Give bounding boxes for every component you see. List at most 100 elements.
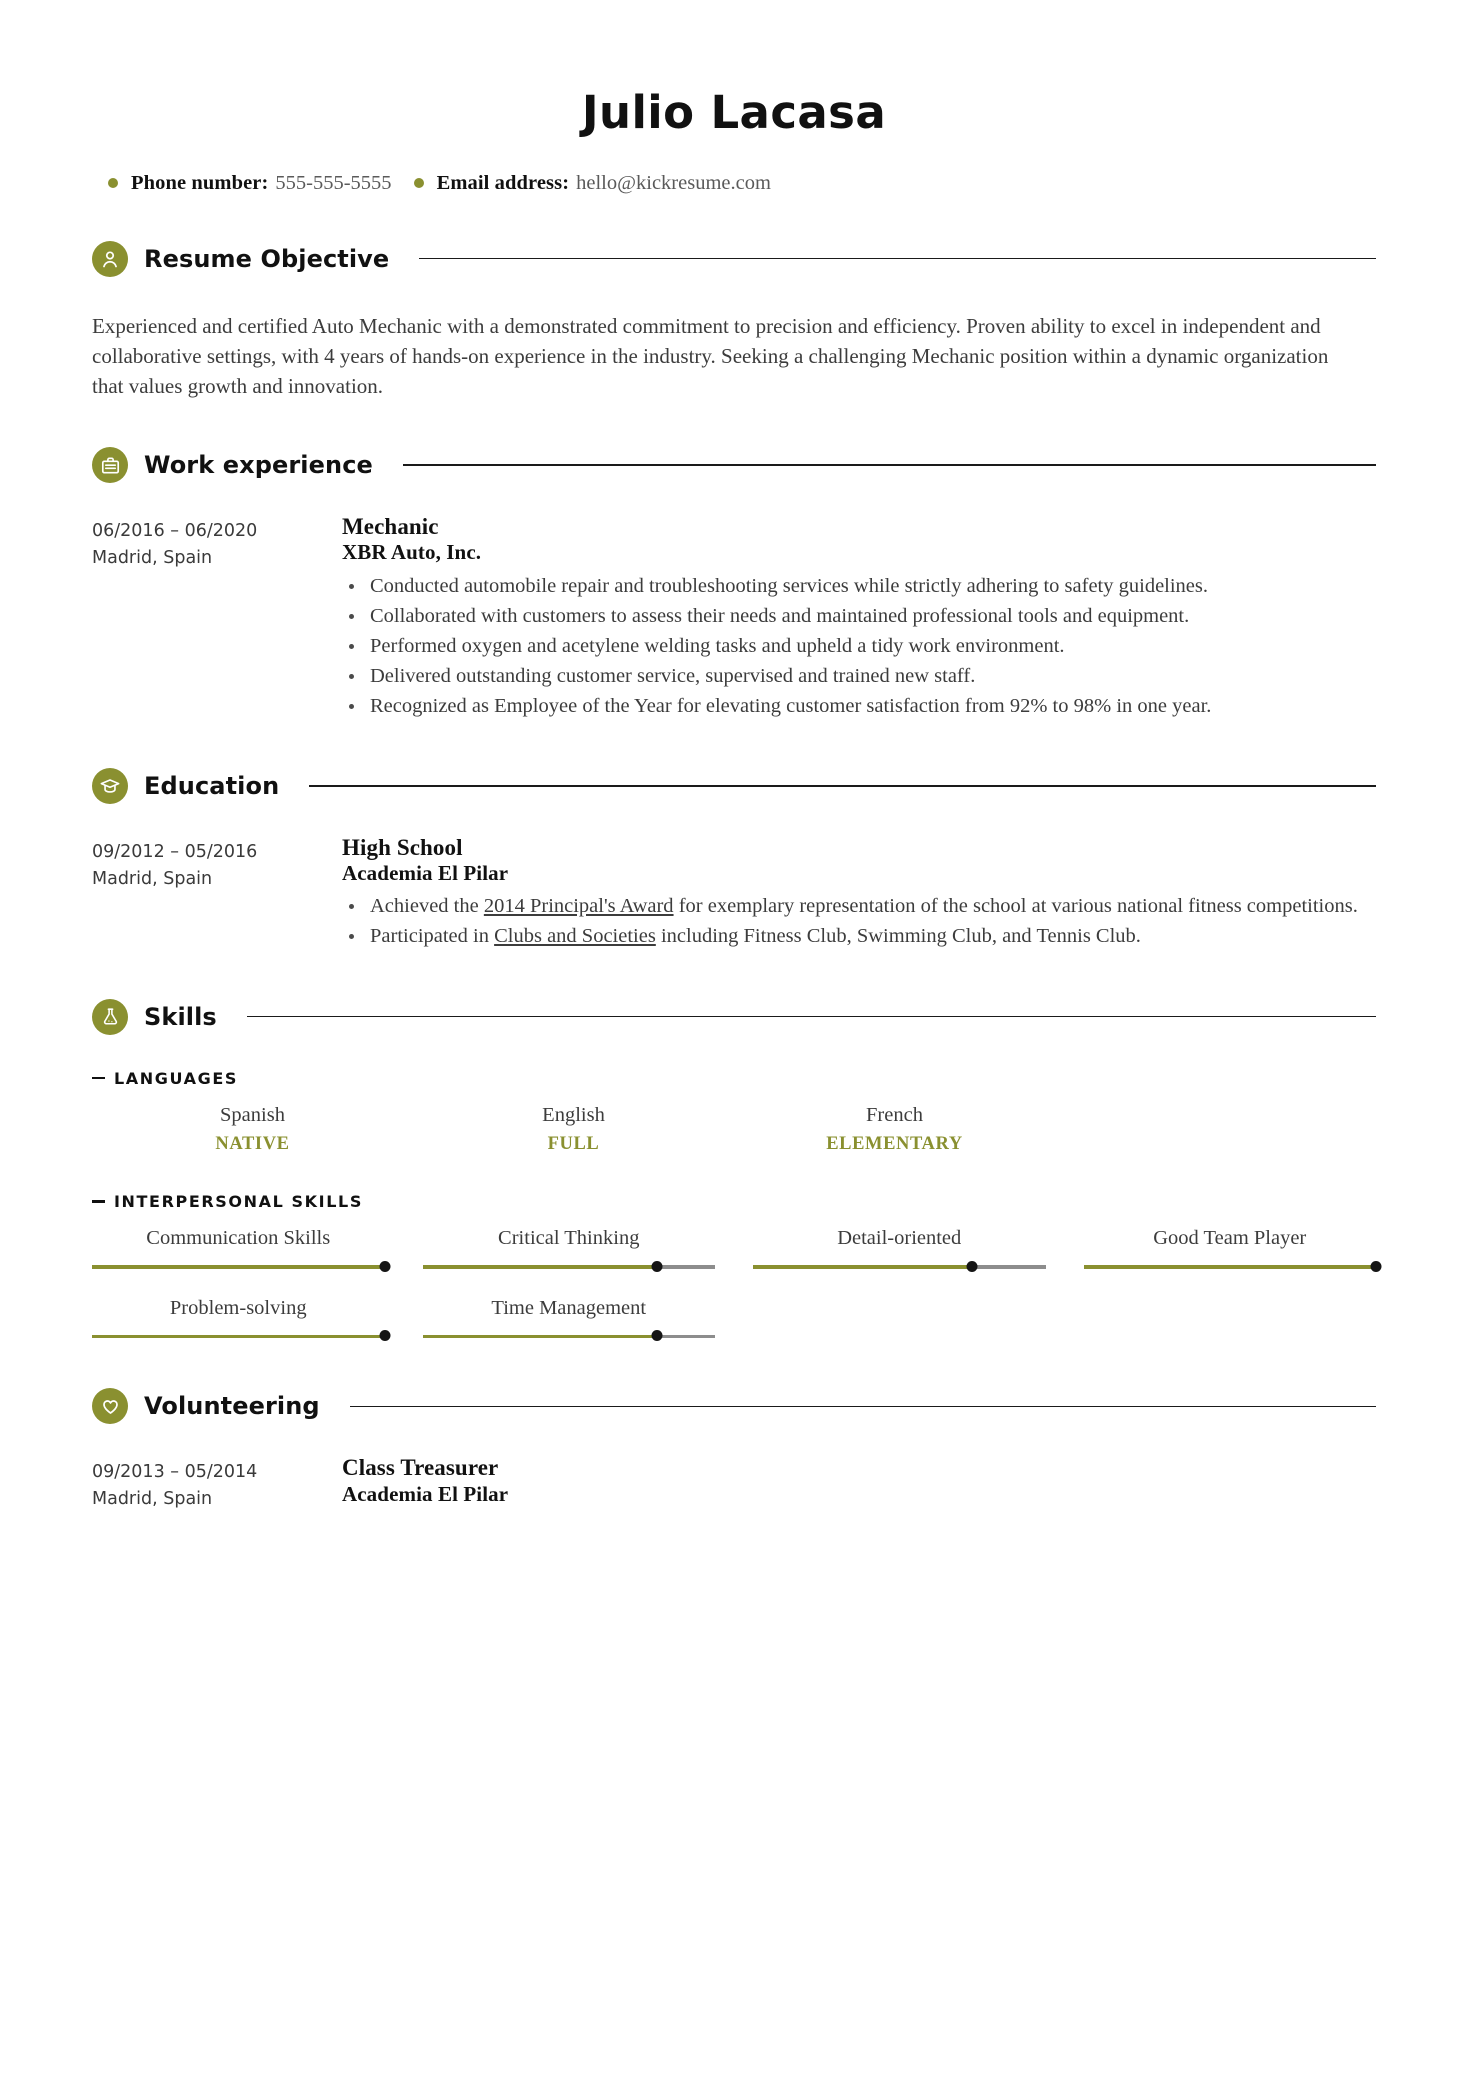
bullet-item: Participated in Clubs and Societies incl… xyxy=(342,922,1376,951)
language-level: FULL xyxy=(547,1134,600,1155)
bullet-item: Collaborated with customers to assess th… xyxy=(342,602,1376,631)
volunteering-entry: 09/2013 – 05/2014 Madrid, Spain Class Tr… xyxy=(92,1454,1376,1512)
dash-icon xyxy=(92,1200,105,1203)
language-name: French xyxy=(866,1103,923,1126)
skill-item: Communication Skills xyxy=(92,1225,390,1273)
contact-email: Email address: hello@kickresume.com xyxy=(413,171,771,195)
skills-subheading-languages: LANGUAGES xyxy=(92,1069,1376,1088)
volunteering-entry-location: Madrid, Spain xyxy=(92,1489,213,1509)
skill-bar-knob[interactable] xyxy=(966,1260,978,1272)
skill-item: Problem-solving xyxy=(92,1295,390,1343)
skill-bar-knob[interactable] xyxy=(651,1330,662,1342)
bullet-item: Conducted automobile repair and troubles… xyxy=(342,572,1376,601)
section-title: Resume Objective xyxy=(144,244,390,273)
skill-bar-fill xyxy=(92,1334,385,1339)
flask-icon xyxy=(92,998,128,1035)
skill-rating-bar[interactable] xyxy=(92,1330,390,1342)
education-entry-meta: 09/2012 – 05/2016 Madrid, Spain xyxy=(92,834,340,953)
section-work-experience: Work experience 06/2016 – 06/2020 Madrid… xyxy=(92,447,1376,722)
section-title: Volunteering xyxy=(144,1392,320,1421)
contact-row: Phone number: 555-555-5555 Email address… xyxy=(108,172,1376,195)
section-rule xyxy=(309,785,1376,787)
skill-item: Time Management xyxy=(422,1295,715,1343)
language-item: French ELEMENTARY xyxy=(734,1102,1055,1159)
bullet-item: Recognized as Employee of the Year for e… xyxy=(342,692,1376,721)
work-entry: 06/2016 – 06/2020 Madrid, Spain Mechanic… xyxy=(92,513,1376,722)
bullet-dot-icon xyxy=(108,178,118,188)
language-name: English xyxy=(542,1103,605,1126)
skill-name: Problem-solving xyxy=(169,1296,307,1319)
section-header: Work experience xyxy=(92,447,1376,484)
skill-bar-fill xyxy=(422,1265,657,1269)
language-name: Spanish xyxy=(220,1103,285,1126)
section-rule xyxy=(419,257,1376,260)
education-entry-location: Madrid, Spain xyxy=(92,868,213,889)
skill-bar-knob[interactable] xyxy=(379,1260,390,1272)
skill-name: Detail-oriented xyxy=(837,1227,962,1250)
work-entry-title: Mechanic xyxy=(342,514,439,540)
section-title: Work experience xyxy=(144,451,373,480)
briefcase-icon xyxy=(92,447,128,484)
skill-rating-bar[interactable] xyxy=(422,1260,715,1273)
work-entry-organization: XBR Auto, Inc. xyxy=(342,540,482,565)
work-entry-location: Madrid, Spain xyxy=(92,547,213,568)
objective-text: Experienced and certified Auto Mechanic … xyxy=(92,313,1329,398)
skill-name: Communication Skills xyxy=(146,1227,331,1250)
skill-bar-fill xyxy=(92,1265,385,1269)
skill-item: Good Team Player xyxy=(1083,1225,1382,1273)
candidate-name: Julio Lacasa xyxy=(581,86,887,139)
section-title: Skills xyxy=(144,1002,217,1031)
skill-rating-bar[interactable] xyxy=(1083,1260,1382,1273)
section-rule xyxy=(349,1405,1376,1408)
skill-bar-knob[interactable] xyxy=(1370,1260,1382,1272)
phone-value[interactable]: 555-555-5555 xyxy=(275,172,391,195)
volunteering-entry-body: Class Treasurer Academia El Pilar xyxy=(340,1454,1376,1512)
skill-rating-bar[interactable] xyxy=(753,1260,1046,1273)
skill-rating-bar[interactable] xyxy=(92,1260,390,1273)
skill-bar-fill xyxy=(1083,1265,1376,1269)
phone-label: Phone number: xyxy=(131,171,269,194)
education-entry-organization: Academia El Pilar xyxy=(342,861,509,886)
section-header: Resume Objective xyxy=(92,240,1376,277)
graduation-cap-icon xyxy=(92,768,128,805)
volunteering-entry-title: Class Treasurer xyxy=(342,1455,499,1481)
section-resume-objective: Resume Objective Experienced and certifi… xyxy=(92,240,1376,402)
section-volunteering: Volunteering 09/2013 – 05/2014 Madrid, S… xyxy=(92,1388,1376,1512)
volunteering-entry-dates: 09/2013 – 05/2014 xyxy=(92,1462,258,1483)
volunteering-entry-meta: 09/2013 – 05/2014 Madrid, Spain xyxy=(92,1454,340,1512)
skill-bar-fill xyxy=(753,1265,973,1269)
email-label: Email address: xyxy=(436,171,570,194)
work-entry-bullets: Conducted automobile repair and troubles… xyxy=(342,572,1376,722)
section-header: Volunteering xyxy=(92,1388,1376,1425)
skills-subheading-interpersonal: INTERPERSONAL SKILLS xyxy=(92,1192,1376,1211)
section-header: Education xyxy=(92,768,1376,805)
education-entry-dates: 09/2012 – 05/2016 xyxy=(92,842,258,863)
skill-name: Time Management xyxy=(491,1296,647,1319)
section-education: Education 09/2012 – 05/2016 Madrid, Spai… xyxy=(92,768,1376,953)
language-item: Spanish NATIVE xyxy=(92,1102,413,1159)
bullet-item: Performed oxygen and acetylene welding t… xyxy=(342,632,1376,661)
skill-bar-knob[interactable] xyxy=(651,1260,662,1272)
subheading-label: LANGUAGES xyxy=(114,1068,238,1088)
language-level: NATIVE xyxy=(215,1134,290,1155)
skill-rating-bar[interactable] xyxy=(422,1330,715,1342)
subheading-label: INTERPERSONAL SKILLS xyxy=(114,1192,363,1212)
section-rule xyxy=(246,1015,1376,1018)
section-title: Education xyxy=(144,772,280,801)
work-entry-body: Mechanic XBR Auto, Inc. Conducted automo… xyxy=(340,513,1376,722)
bullet-item: Achieved the 2014 Principal's Award for … xyxy=(342,892,1376,921)
section-skills: Skills LANGUAGES Spanish NATIVE English FUL… xyxy=(92,998,1382,1343)
education-entry-body: High School Academia El Pilar Achieved t… xyxy=(340,834,1376,953)
volunteering-entry-organization: Academia El Pilar xyxy=(342,1482,509,1506)
email-value[interactable]: hello@kickresume.com xyxy=(576,172,771,195)
education-entry-title: High School xyxy=(342,835,463,861)
skill-bar-knob[interactable] xyxy=(379,1330,390,1342)
languages-grid: Spanish NATIVE English FULL French ELEMENTARY xyxy=(92,1102,1376,1159)
education-entry-bullets: Achieved the 2014 Principal's Award for … xyxy=(342,892,1376,951)
language-level: ELEMENTARY xyxy=(826,1134,963,1155)
section-rule xyxy=(402,464,1376,466)
language-item: English FULL xyxy=(413,1102,734,1159)
bullet-dot-icon xyxy=(413,178,424,188)
contact-phone: Phone number: 555-555-5555 xyxy=(108,172,392,195)
skill-item: Detail-oriented xyxy=(753,1225,1046,1273)
